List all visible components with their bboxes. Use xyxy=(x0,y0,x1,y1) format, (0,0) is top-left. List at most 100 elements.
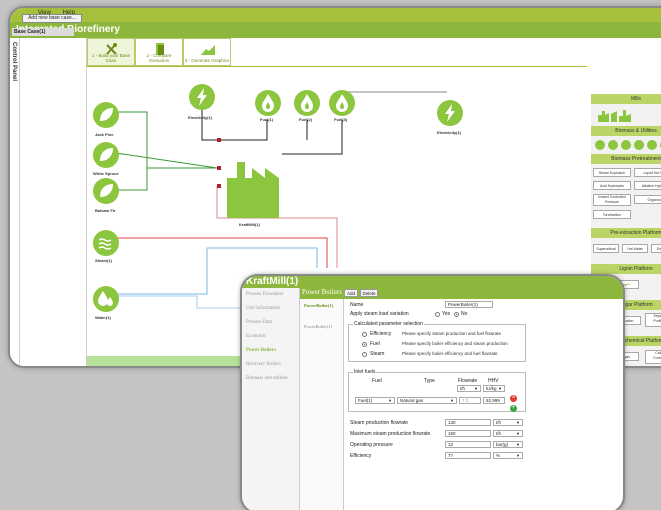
white-spruce-node[interactable] xyxy=(93,142,119,168)
hhv-unit-select[interactable]: kJ/kg ▼ xyxy=(483,385,505,392)
nav-power-boilers[interactable]: Power Boilers xyxy=(246,348,276,353)
inlet-fuel-select[interactable]: Fuel(1) ▼ xyxy=(355,397,395,404)
organosolv-button[interactable]: Organosolv xyxy=(634,195,661,204)
fuel2-label: Fuel(2) xyxy=(299,117,313,122)
param-unit-value: t/h xyxy=(496,420,502,425)
add-fuel-icon[interactable]: + xyxy=(510,405,517,412)
nav-recovery-boilers[interactable]: Recovery Boilers xyxy=(246,362,281,367)
preextraction-header[interactable]: Pre-extraction Platform xyxy=(591,228,661,238)
nav-economic[interactable]: Economic xyxy=(246,334,266,339)
chevron-down-icon: ▼ xyxy=(498,386,502,391)
base-case-item[interactable]: Base Case(1) xyxy=(12,28,74,36)
fuel3-node[interactable] xyxy=(329,90,355,116)
section-title: Power Boilers xyxy=(302,288,342,296)
pencil-icon[interactable] xyxy=(608,140,618,150)
fuel1-node[interactable] xyxy=(255,90,281,116)
steam-icon[interactable] xyxy=(621,140,631,150)
steam-node[interactable] xyxy=(93,230,119,256)
param-input[interactable]: 130 xyxy=(445,419,491,426)
remove-fuel-icon[interactable]: × xyxy=(510,395,517,402)
app-title: Integrated Biorefinery xyxy=(10,22,661,38)
mill-icons[interactable] xyxy=(597,107,633,123)
param-unit-select[interactable]: t/h ▼ xyxy=(493,430,523,437)
boiler-list-item[interactable]: PowerBoiler(1) xyxy=(304,324,332,329)
electricity-in-label: Electricity(1) xyxy=(188,115,213,120)
torrefaction-button[interactable]: Torrefaction xyxy=(593,210,631,219)
electricity-out-node[interactable] xyxy=(437,100,463,126)
calc-fuel-radio[interactable] xyxy=(362,342,367,347)
add-base-case-button[interactable]: Add new base case... xyxy=(22,14,82,23)
chevron-down-icon: ▼ xyxy=(516,453,520,458)
steam-variation-yes-radio[interactable] xyxy=(435,312,440,317)
balsam-fir-node[interactable] xyxy=(93,178,119,204)
calc-efficiency-label: Efficiency xyxy=(370,331,392,337)
fuel2-node[interactable] xyxy=(294,90,320,116)
param-label: Operating pressure xyxy=(350,442,393,448)
control-panel-tab[interactable]: Control Panel xyxy=(10,38,20,366)
biomass-utilities-header[interactable]: Biomass & Utilities xyxy=(591,126,661,136)
inlet-fuels-title: Inlet fuels xyxy=(353,369,377,375)
param-label: Steam production flowrate xyxy=(350,420,409,426)
fuel3-label: Fuel(3) xyxy=(334,117,348,122)
tab-compare-scenarios[interactable]: 2 - Compare Scenarios xyxy=(135,38,183,66)
param-input[interactable]: 150 xyxy=(445,430,491,437)
nav-process-data[interactable]: Process Data xyxy=(246,320,272,325)
steam-variation-no-radio[interactable] xyxy=(454,312,459,317)
enzymatic-button[interactable]: Enzymatic xyxy=(651,244,661,253)
steam-label: Steam(1) xyxy=(95,258,112,263)
name-input[interactable]: PowerBoiler(1) xyxy=(445,301,493,308)
balsam-fir-label: Balsam Fir xyxy=(95,208,116,213)
delete-button[interactable]: Delete xyxy=(360,289,378,297)
mills-header[interactable]: Mills xyxy=(591,94,661,104)
inlet-flowrate-header: Flowrate xyxy=(458,378,478,384)
catalytic-conversion-button[interactable]: Catalytic Conversion xyxy=(645,350,661,364)
liquid-hot-water-button[interactable]: Liquid Hot Water xyxy=(634,168,661,177)
electricity-out-label: Electricity(1) xyxy=(437,130,462,135)
leaf-icon[interactable] xyxy=(595,140,605,150)
calc-steam-radio[interactable] xyxy=(362,352,367,357)
tab-build-base-case[interactable]: 1 - Build your Base Case xyxy=(87,38,135,66)
nav-process-flowsheet[interactable]: Process Flowsheet xyxy=(246,292,283,297)
tab-graphics-label: 3 - Generate Graphics xyxy=(184,58,230,63)
param-input[interactable]: 77 xyxy=(445,452,491,459)
instant-controlled-pressure-button[interactable]: Instant Controlled Pressure xyxy=(593,194,631,206)
supercritical-button[interactable]: Supercritical xyxy=(593,244,619,253)
nav-unit-information[interactable]: Unit Information xyxy=(246,306,280,311)
chevron-down-icon: ▼ xyxy=(516,442,520,447)
calc-efficiency-radio[interactable] xyxy=(362,332,367,337)
lignin-header[interactable]: Lignin Platform xyxy=(591,264,661,274)
chart-icon xyxy=(201,45,215,55)
inlet-type-select[interactable]: Natural gas ▼ xyxy=(397,397,457,404)
flowrate-unit-select[interactable]: t/h ▼ xyxy=(457,385,481,392)
flame-icon[interactable] xyxy=(647,140,657,150)
water-node[interactable] xyxy=(93,286,119,312)
param-unit-select[interactable]: t/h ▼ xyxy=(493,419,523,426)
inlet-hhv-input[interactable]: 52,999 xyxy=(483,397,505,404)
inlet-hhv-header: HHV xyxy=(488,378,499,384)
add-button[interactable]: Add xyxy=(344,289,358,297)
acid-hydrolysis-button[interactable]: Acid Hydrolysis xyxy=(593,181,631,190)
calc-param-group-title: Calculated parameter selection xyxy=(353,321,424,327)
nav-biomass-utilities[interactable]: Biomass and utilities xyxy=(246,376,288,381)
param-unit-select[interactable]: % ▼ xyxy=(493,452,523,459)
tab-generate-graphics[interactable]: 3 - Generate Graphics xyxy=(183,38,231,66)
lightning-icon[interactable] xyxy=(634,140,644,150)
cases-panel xyxy=(21,38,87,366)
electricity-in-node[interactable] xyxy=(189,84,215,110)
lightning-icon xyxy=(445,104,455,122)
jack-pine-label: Jack Pine xyxy=(95,132,114,137)
alkaline-hydrolysis-button[interactable]: Alkaline Hydrolysis xyxy=(634,181,661,190)
chevron-down-icon: ▼ xyxy=(516,431,520,436)
biomass-pretreatment-header[interactable]: Biomass Pretreatment xyxy=(591,154,661,164)
calc-steam-label: Steam xyxy=(370,351,385,357)
inlet-flowrate-input[interactable]: 7.2 xyxy=(459,397,481,404)
param-input[interactable]: 12 xyxy=(445,441,491,448)
separation-purification-button[interactable]: Separation Purification xyxy=(645,313,661,327)
steam-explosion-button[interactable]: Steam Explosion xyxy=(593,168,631,177)
chevron-down-icon: ▼ xyxy=(474,386,478,391)
param-unit-select[interactable]: bar(g) ▼ xyxy=(493,441,523,448)
hot-water-button[interactable]: Hot Water xyxy=(622,244,648,253)
dialog-nav: Process Flowsheet Unit Information Proce… xyxy=(242,288,300,510)
jack-pine-node[interactable] xyxy=(93,102,119,128)
boiler-list-item-selected[interactable]: PowerBoiler(1) xyxy=(304,303,333,308)
